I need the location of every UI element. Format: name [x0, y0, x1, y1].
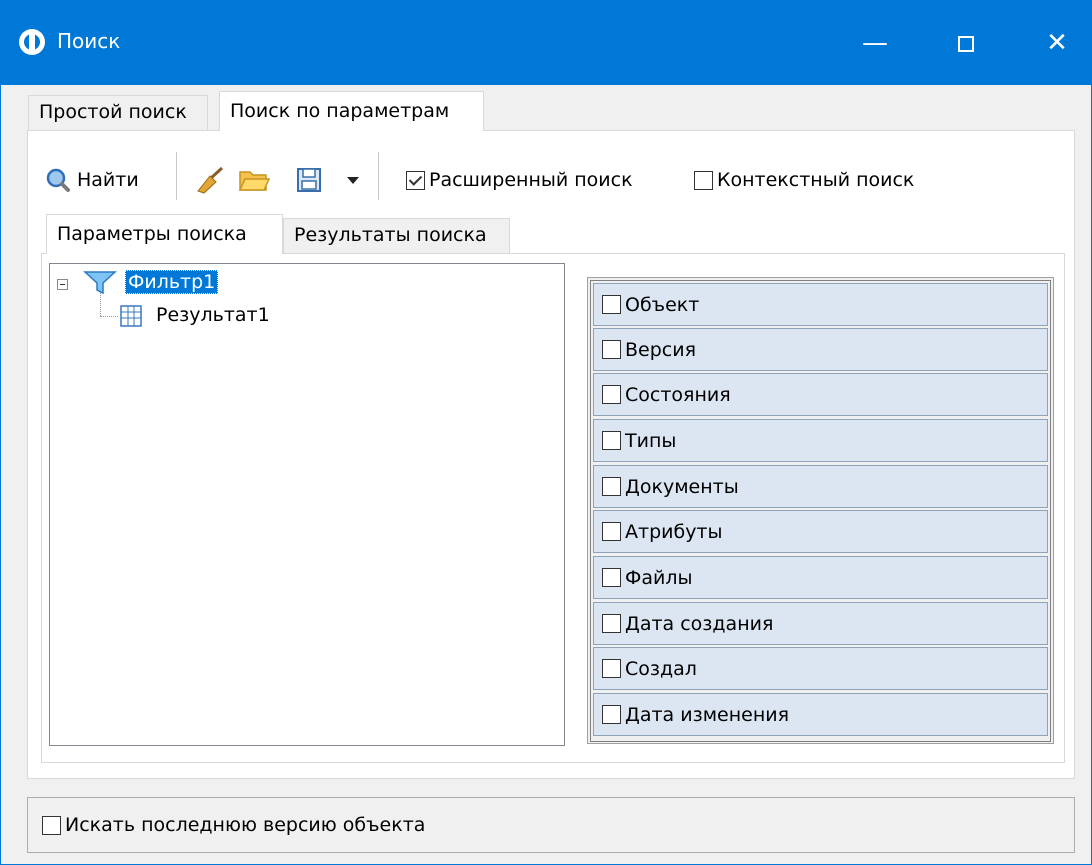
param-row-version[interactable]: Версия	[593, 328, 1048, 371]
param-label: Создал	[625, 657, 697, 680]
dropdown-arrow-icon	[347, 177, 359, 184]
close-button[interactable]: ✕	[1025, 1, 1089, 85]
tab-search-results[interactable]: Результаты поиска	[283, 218, 510, 253]
toolbar-separator	[176, 152, 177, 200]
broom-icon	[197, 166, 224, 194]
tree-connector	[100, 316, 118, 318]
tab-search-params[interactable]: Параметры поиска	[46, 214, 283, 254]
param-label: Файлы	[625, 566, 693, 589]
last-version-check[interactable]	[42, 815, 61, 835]
param-label: Атрибуты	[625, 520, 723, 543]
param-checkbox[interactable]	[602, 385, 621, 404]
param-checkbox[interactable]	[602, 477, 621, 496]
params-list-inner: Объект Версия Состояния Типы Документы А…	[590, 280, 1051, 742]
param-checkbox[interactable]	[602, 295, 621, 314]
param-row-object[interactable]: Объект	[593, 283, 1048, 326]
toolbar-separator	[378, 152, 379, 200]
find-button[interactable]: Найти	[45, 160, 139, 200]
param-row-files[interactable]: Файлы	[593, 556, 1048, 599]
param-checkbox[interactable]	[602, 705, 621, 724]
tree-item-filter1[interactable]: Фильтр1	[125, 270, 219, 294]
param-row-created-by[interactable]: Создал	[593, 647, 1048, 690]
param-label: Дата создания	[625, 612, 774, 635]
extended-search-check[interactable]	[406, 170, 425, 190]
tree-item-result1[interactable]: Результат1	[156, 304, 270, 326]
window-title: Поиск	[57, 29, 121, 53]
filter-icon	[83, 271, 117, 295]
save-dropdown-button[interactable]	[346, 160, 360, 200]
context-search-check[interactable]	[694, 170, 713, 190]
tab-param-search[interactable]: Поиск по параметрам	[219, 91, 484, 131]
open-button[interactable]	[238, 160, 270, 200]
table-icon	[120, 305, 142, 327]
collapse-toggle[interactable]	[57, 279, 68, 290]
filter-tree[interactable]: Фильтр1 Результат1	[49, 263, 565, 746]
param-row-modified-date[interactable]: Дата изменения	[593, 693, 1048, 736]
tab-simple-search[interactable]: Простой поиск	[28, 95, 208, 130]
bottom-options: Искать последнюю версию объекта	[27, 797, 1075, 853]
param-row-attributes[interactable]: Атрибуты	[593, 510, 1048, 553]
param-label: Дата изменения	[625, 703, 790, 726]
param-label: Версия	[625, 338, 697, 361]
search-icon	[46, 168, 70, 192]
minimize-button[interactable]: —	[843, 1, 907, 85]
clear-button[interactable]	[194, 160, 228, 200]
param-checkbox[interactable]	[602, 522, 621, 541]
param-label: Состояния	[625, 383, 731, 406]
context-search-label: Контекстный поиск	[717, 169, 915, 191]
maximize-button[interactable]	[934, 1, 998, 85]
maximize-icon	[958, 35, 974, 52]
last-version-checkbox[interactable]: Искать последнюю версию объекта	[42, 814, 425, 836]
param-row-types[interactable]: Типы	[593, 419, 1048, 462]
param-row-created-date[interactable]: Дата создания	[593, 602, 1048, 645]
param-checkbox[interactable]	[602, 659, 621, 678]
extended-search-checkbox[interactable]: Расширенный поиск	[406, 160, 633, 200]
param-row-documents[interactable]: Документы	[593, 465, 1048, 508]
param-checkbox[interactable]	[602, 340, 621, 359]
param-label: Объект	[625, 293, 700, 316]
save-button[interactable]	[295, 160, 323, 200]
find-label: Найти	[77, 169, 139, 191]
params-list: Объект Версия Состояния Типы Документы А…	[587, 277, 1054, 744]
tree-connector	[100, 292, 102, 316]
param-label: Типы	[625, 429, 677, 452]
param-checkbox[interactable]	[602, 431, 621, 450]
param-label: Документы	[625, 475, 739, 498]
param-row-states[interactable]: Состояния	[593, 373, 1048, 416]
folder-icon	[238, 171, 270, 191]
param-checkbox[interactable]	[602, 568, 621, 587]
last-version-label: Искать последнюю версию объекта	[65, 814, 426, 836]
title-bar[interactable]: Поиск — ✕	[1, 1, 1091, 85]
save-icon	[297, 168, 321, 192]
app-logo-icon	[19, 29, 45, 55]
param-checkbox[interactable]	[602, 614, 621, 633]
context-search-checkbox[interactable]: Контекстный поиск	[694, 160, 914, 200]
extended-search-label: Расширенный поиск	[429, 169, 633, 191]
